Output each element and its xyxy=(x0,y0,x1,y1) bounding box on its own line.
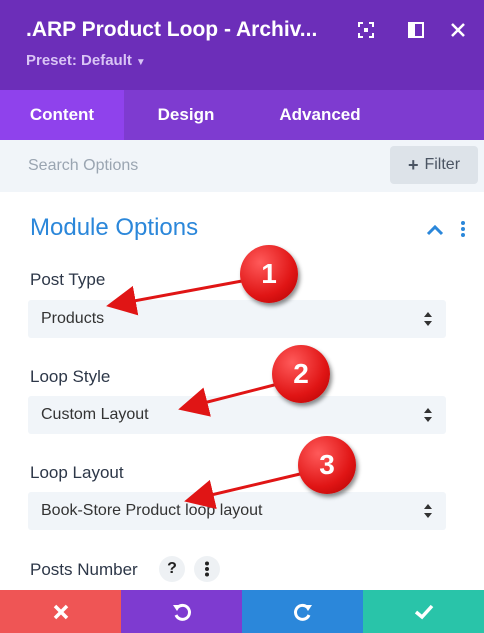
plus-icon: + xyxy=(407,154,419,175)
chevron-up-icon[interactable] xyxy=(425,223,445,237)
loop-style-label: Loop Style xyxy=(30,367,111,386)
loop-layout-select[interactable]: Book-Store Product loop layout xyxy=(28,492,446,530)
select-arrows-icon xyxy=(424,312,432,326)
more-options-icon[interactable] xyxy=(456,220,470,238)
field-options-icon[interactable] xyxy=(194,556,220,582)
annotation-badge-1: 1 xyxy=(240,245,298,303)
posts-number-label: Posts Number xyxy=(30,560,138,579)
save-button[interactable] xyxy=(363,590,484,633)
check-icon xyxy=(414,604,433,619)
tab-content[interactable]: Content xyxy=(0,90,124,140)
loop-style-select[interactable]: Custom Layout xyxy=(28,396,446,434)
sidebar-layout-icon[interactable] xyxy=(404,18,428,42)
close-icon xyxy=(53,604,68,619)
loop-style-value: Custom Layout xyxy=(41,406,149,423)
undo-button[interactable] xyxy=(121,590,242,633)
tab-advanced[interactable]: Advanced xyxy=(248,90,392,140)
focus-icon[interactable] xyxy=(354,18,378,42)
annotation-badge-2: 2 xyxy=(272,345,330,403)
tab-design[interactable]: Design xyxy=(124,90,248,140)
redo-button[interactable] xyxy=(242,590,363,633)
close-icon[interactable] xyxy=(446,18,470,42)
preset-selector[interactable]: Preset: Default ▼ xyxy=(26,52,146,69)
post-type-value: Products xyxy=(41,310,105,327)
select-arrows-icon xyxy=(424,408,432,422)
select-arrows-icon xyxy=(424,504,432,518)
filter-button[interactable]: + Filter xyxy=(390,146,478,184)
module-options-panel: Module Options Post Type Products Loop S… xyxy=(0,192,484,590)
post-type-label: Post Type xyxy=(30,270,106,289)
discard-button[interactable] xyxy=(0,590,121,633)
post-type-select[interactable]: Products xyxy=(28,300,446,338)
loop-layout-value: Book-Store Product loop layout xyxy=(41,502,263,519)
search-input[interactable] xyxy=(16,150,376,182)
undo-icon xyxy=(172,603,191,621)
section-title: Module Options xyxy=(30,214,199,241)
help-icon[interactable]: ? xyxy=(159,556,185,582)
footer-actions xyxy=(0,590,484,633)
help-glyph: ? xyxy=(167,560,177,577)
caret-down-icon: ▼ xyxy=(135,57,146,68)
redo-icon xyxy=(293,603,312,621)
tab-bar: Content Design Advanced xyxy=(0,90,484,140)
annotation-badge-3: 3 xyxy=(298,436,356,494)
filter-label: Filter xyxy=(424,156,461,173)
loop-layout-label: Loop Layout xyxy=(30,463,124,482)
settings-header: .ARP Product Loop - Archiv... Preset: De… xyxy=(0,0,484,90)
module-title: .ARP Product Loop - Archiv... xyxy=(26,18,318,41)
preset-label: Preset: Default xyxy=(26,52,132,69)
